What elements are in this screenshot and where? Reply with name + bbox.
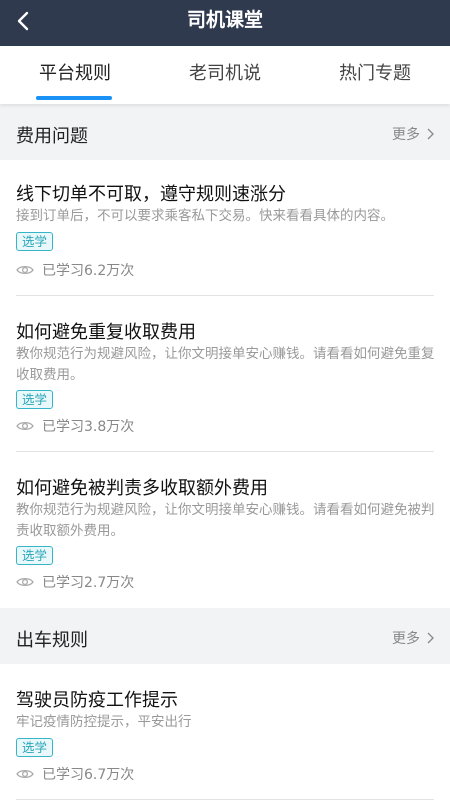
- study-count-text: 已学习6.7万次: [42, 767, 135, 783]
- more-link[interactable]: 更多: [392, 628, 434, 648]
- tab-veteran-drivers[interactable]: 老司机说: [150, 46, 300, 104]
- list-item[interactable]: 线下切单不可取，遵守规则速涨分 接到订单后，不可以要求乘客私下交易。快来看看具体…: [0, 160, 450, 296]
- elective-tag: 选学: [16, 738, 54, 757]
- section-header-driving-rules: 出车规则 更多: [0, 612, 450, 664]
- item-title: 驾驶员防疫工作提示: [16, 690, 178, 711]
- eye-icon: [16, 265, 34, 275]
- eye-icon: [16, 421, 34, 431]
- section-header-fees: 费用问题 更多: [0, 108, 450, 160]
- item-description: 教你规范行为规避风险，让你文明接单安心赚钱。请看看如何避免被判责收取额外费用。: [16, 502, 435, 539]
- study-count-text: 已学习2.7万次: [42, 575, 135, 591]
- section-title: 费用问题: [16, 126, 88, 147]
- elective-tag: 选学: [16, 390, 54, 409]
- more-link[interactable]: 更多: [392, 124, 434, 144]
- app-header: 司机课堂: [0, 0, 450, 46]
- more-label: 更多: [392, 631, 420, 647]
- study-count: 已学习2.7万次: [16, 572, 134, 592]
- section-card-fees: 线下切单不可取，遵守规则速涨分 接到订单后，不可以要求乘客私下交易。快来看看具体…: [0, 160, 450, 608]
- tab-bar: 平台规则 老司机说 热门专题: [0, 46, 450, 104]
- item-title: 如何避免重复收取费用: [16, 322, 196, 343]
- chevron-right-icon: [427, 128, 434, 140]
- item-title: 如何避免被判责多收取额外费用: [16, 478, 268, 499]
- elective-tag: 选学: [16, 546, 54, 565]
- section-card-driving-rules: 驾驶员防疫工作提示 牢记疫情防控提示，平安出行 选学 已学习6.7万次: [0, 664, 450, 800]
- item-title: 线下切单不可取，遵守规则速涨分: [16, 184, 286, 205]
- elective-tag: 选学: [16, 232, 54, 251]
- study-count-text: 已学习6.2万次: [42, 263, 135, 279]
- chevron-right-icon: [427, 632, 434, 644]
- item-description: 牢记疫情防控提示，平安出行: [16, 714, 192, 730]
- study-count: 已学习6.2万次: [16, 260, 134, 280]
- eye-icon: [16, 769, 34, 779]
- list-item[interactable]: 如何避免重复收取费用 教你规范行为规避风险，让你文明接单安心赚钱。请看看如何避免…: [0, 296, 450, 452]
- more-label: 更多: [392, 127, 420, 143]
- study-count: 已学习6.7万次: [16, 764, 134, 784]
- section-title: 出车规则: [16, 630, 88, 651]
- study-count: 已学习3.8万次: [16, 416, 134, 436]
- study-count-text: 已学习3.8万次: [42, 419, 135, 435]
- eye-icon: [16, 577, 34, 587]
- active-tab-indicator: [36, 96, 112, 100]
- list-item[interactable]: 驾驶员防疫工作提示 牢记疫情防控提示，平安出行 选学 已学习6.7万次: [0, 664, 450, 800]
- list-item[interactable]: 如何避免被判责多收取额外费用 教你规范行为规避风险，让你文明接单安心赚钱。请看看…: [0, 452, 450, 608]
- item-description: 教你规范行为规避风险，让你文明接单安心赚钱。请看看如何避免重复收取费用。: [16, 346, 435, 383]
- tab-hot-topics[interactable]: 热门专题: [300, 46, 450, 104]
- item-description: 接到订单后，不可以要求乘客私下交易。快来看看具体的内容。: [16, 208, 394, 224]
- page-title: 司机课堂: [186, 9, 263, 31]
